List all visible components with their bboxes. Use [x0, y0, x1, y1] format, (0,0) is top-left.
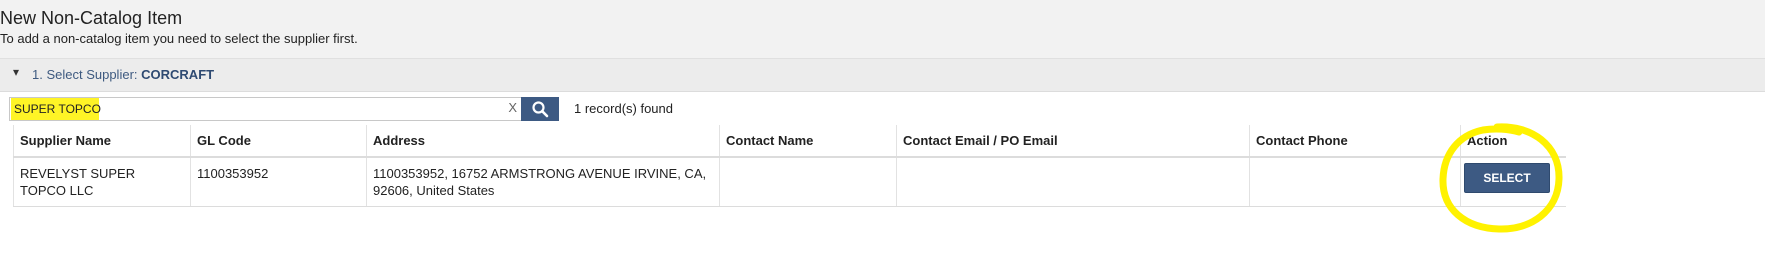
step-label: 1. Select Supplier: CORCRAFT	[32, 67, 214, 82]
cell-contact-name	[719, 157, 897, 207]
supplier-results-table: Supplier Name GL Code Address Contact Na…	[13, 125, 1566, 207]
search-icon	[532, 101, 549, 118]
clear-search-button[interactable]: X	[508, 100, 517, 115]
cell-address: 1100353952, 16752 ARMSTRONG AVENUE IRVIN…	[366, 157, 720, 207]
table-header-row: Supplier Name GL Code Address Contact Na…	[13, 125, 1566, 158]
page-header: New Non-Catalog Item To add a non-catalo…	[0, 0, 1765, 59]
search-button[interactable]	[521, 97, 559, 121]
step-select-supplier[interactable]: ▾ 1. Select Supplier: CORCRAFT	[0, 59, 1765, 92]
chevron-down-icon[interactable]: ▾	[13, 65, 19, 79]
step-label-text: 1. Select Supplier:	[32, 67, 138, 82]
cell-gl-code: 1100353952	[190, 157, 367, 207]
table-row: REVELYST SUPER TOPCO LLC 1100353952 1100…	[13, 157, 1566, 207]
supplier-search-input[interactable]	[14, 101, 494, 117]
column-header-contact-name[interactable]: Contact Name	[719, 125, 897, 158]
column-header-contact-email[interactable]: Contact Email / PO Email	[896, 125, 1250, 158]
selected-supplier: CORCRAFT	[141, 67, 215, 82]
cell-contact-phone	[1249, 157, 1461, 207]
supplier-search-box: X	[9, 97, 523, 121]
column-header-address[interactable]: Address	[366, 125, 720, 158]
cell-contact-email	[896, 157, 1250, 207]
page-subtitle: To add a non-catalog item you need to se…	[0, 31, 358, 46]
cell-action: SELECT	[1460, 157, 1566, 207]
cell-supplier-name: REVELYST SUPER TOPCO LLC	[13, 157, 191, 207]
column-header-contact-phone[interactable]: Contact Phone	[1249, 125, 1461, 158]
record-count: 1 record(s) found	[574, 101, 673, 116]
page-title: New Non-Catalog Item	[0, 8, 183, 28]
column-header-supplier-name[interactable]: Supplier Name	[13, 125, 191, 158]
column-header-action: Action	[1460, 125, 1566, 158]
column-header-gl-code[interactable]: GL Code	[190, 125, 367, 158]
select-supplier-button[interactable]: SELECT	[1464, 163, 1550, 193]
